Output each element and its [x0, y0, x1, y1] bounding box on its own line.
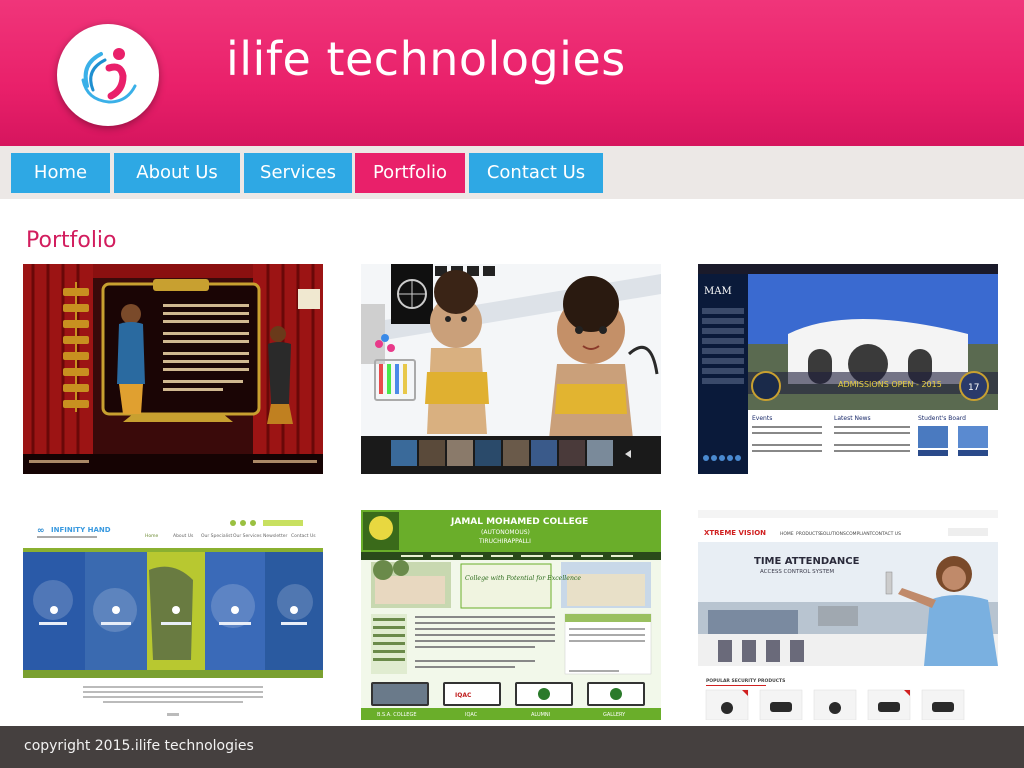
xtreme-hero-subtitle: ACCESS CONTROL SYSTEM [760, 569, 834, 575]
jmc-brand: JAMAL MOHAMED COLLEGE [450, 517, 588, 527]
site-header: ilife technologies [0, 0, 1024, 146]
infinity-nav-newsletter: Newsletter [263, 533, 287, 539]
portfolio-item-dance-academy[interactable] [23, 264, 323, 474]
infinity-nav-about: About Us [173, 533, 194, 539]
jmc-tile-gallery: GALLERY [603, 712, 626, 718]
site-footer: copyright 2015.ilife technologies [0, 726, 1024, 768]
jmc-tile-alumni: ALUMNI [531, 712, 550, 718]
main-nav: Home About Us Services Portfolio Contact… [0, 146, 1024, 199]
xtreme-hero-title: TIME ATTENDANCE [754, 556, 860, 567]
xtreme-products-heading: POPULAR SECURITY PRODUCTS [706, 678, 785, 684]
nav-services[interactable]: Services [244, 153, 352, 193]
xtreme-nav-contact: CONTACT US [872, 531, 901, 537]
jmc-city: TIRUCHIRAPPALLI [478, 538, 531, 545]
xtreme-brand: XTREME VISION [704, 529, 766, 537]
jmc-iqac-logo: IQAC [455, 692, 472, 699]
portfolio-item-jamal-mohamed-college[interactable]: JAMAL MOHAMED COLLEGE (AUTONOMOUS) TIRUC… [361, 510, 661, 720]
mam-events-heading: Events [752, 415, 772, 422]
portfolio-item-kids-photography[interactable] [361, 264, 661, 474]
mam-brand: MAM [704, 286, 732, 297]
site-title: ilife technologies [226, 32, 626, 86]
xtreme-nav-home: HOME [780, 531, 794, 537]
mam-hero-text: ADMISSIONS OPEN - 2015 [838, 380, 942, 389]
xtreme-nav-solutions: SOLUTIONS [820, 531, 846, 537]
portfolio-item-mam-college[interactable]: MAM ADMISSIONS OPEN - 2015 17 Events Lat… [698, 264, 998, 474]
infinity-hand-brand: INFINITY HAND [51, 526, 111, 534]
mam-badge: 17 [968, 383, 979, 393]
svg-text:∞: ∞ [37, 526, 45, 536]
nav-home[interactable]: Home [11, 153, 110, 193]
infinity-nav-specialist: Our Specialist [201, 533, 232, 539]
xtreme-nav-compliant: COMPLIANT [846, 531, 873, 537]
mam-news-heading: Latest News [834, 415, 871, 422]
jmc-tile-bsa: B.S.A. COLLEGE [377, 712, 417, 718]
nav-portfolio[interactable]: Portfolio [355, 153, 465, 193]
copyright-text: copyright 2015.ilife technologies [24, 738, 254, 754]
page-title: Portfolio [26, 228, 117, 253]
xtreme-nav-products: PRODUCTS [796, 531, 821, 537]
infinity-nav-services: Our Services [233, 533, 262, 539]
infinity-nav-home: Home [145, 533, 159, 539]
infinity-nav-contact: Contact Us [291, 533, 316, 539]
portfolio-item-infinity-hand[interactable]: ∞ INFINITY HAND Home About Us Our Specia… [23, 510, 323, 720]
ilife-logo-icon[interactable] [57, 24, 159, 126]
jmc-subtitle: (AUTONOMOUS) [481, 529, 530, 536]
nav-contact-us[interactable]: Contact Us [469, 153, 603, 193]
mam-students-heading: Student's Board [918, 415, 966, 422]
portfolio-item-xtreme-vision[interactable]: XTREME VISION HOME PRODUCTS SOLUTIONS CO… [698, 510, 998, 720]
jmc-banner: College with Potential for Excellence [465, 575, 581, 582]
nav-about-us[interactable]: About Us [114, 153, 240, 193]
jmc-tile-iqac: IQAC [465, 712, 478, 718]
